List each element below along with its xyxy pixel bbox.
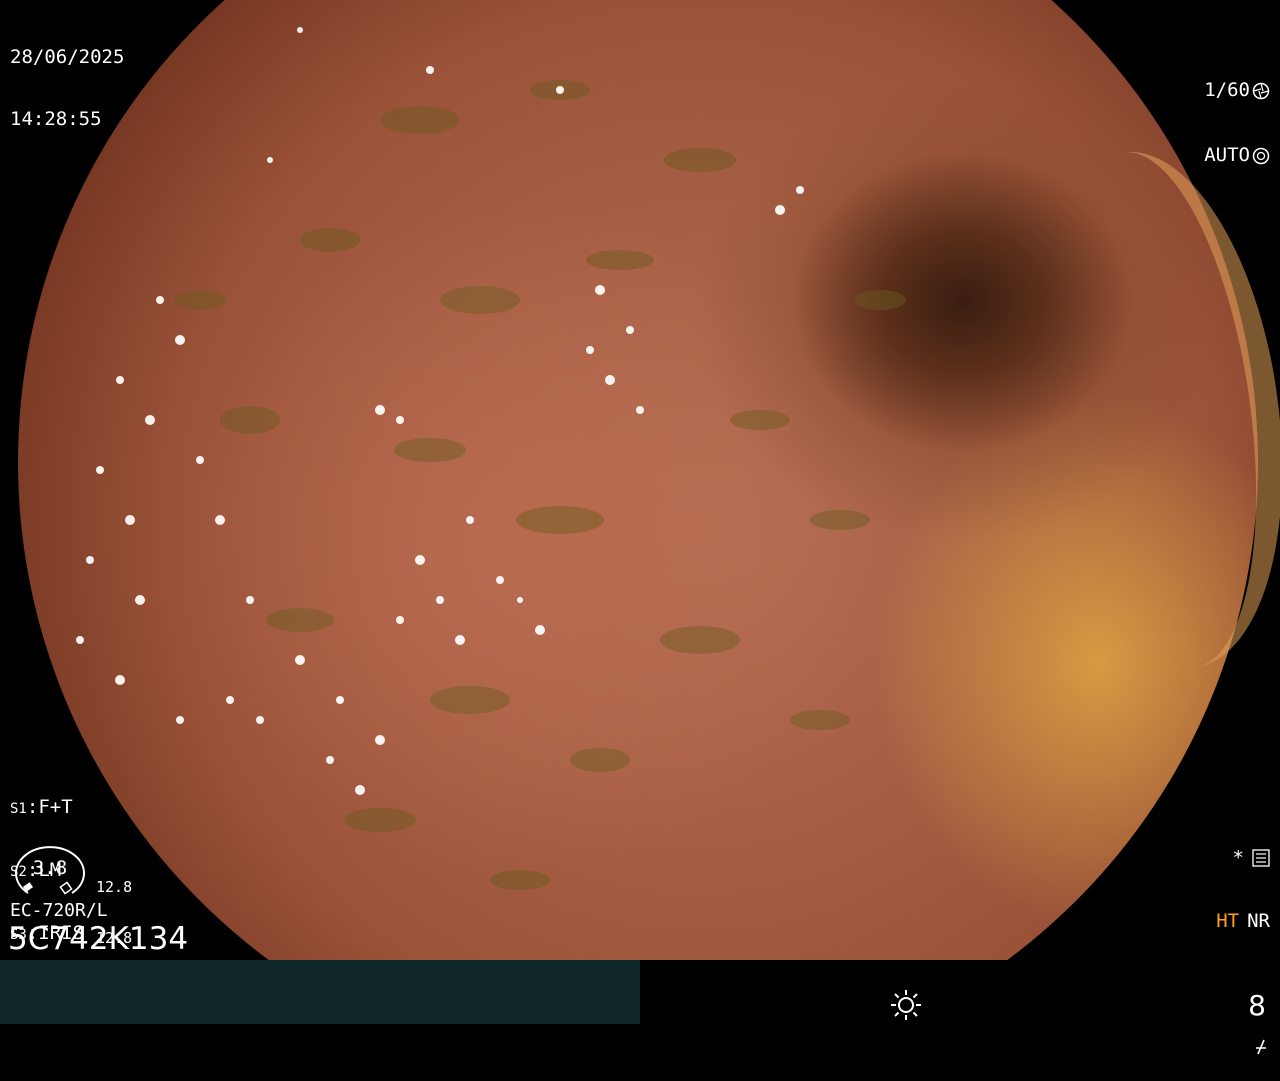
iris-mode-text: AUTO xyxy=(1204,144,1250,166)
bottom-status-bar: 8 xyxy=(0,960,1280,1024)
settings-list-icon xyxy=(1252,849,1270,867)
sun-icon xyxy=(891,990,921,1020)
zoom-value: 3.8 xyxy=(33,857,67,879)
mucosa-texture xyxy=(76,27,906,890)
iris-icon xyxy=(1252,147,1270,164)
endoscope-image xyxy=(0,0,1280,960)
bottom-left-panel xyxy=(0,960,640,1024)
nr-indicator: NR xyxy=(1247,909,1270,932)
date-time-display: 28/06/2025 14:28:55 xyxy=(10,10,124,153)
zoom-gauge-icon: 3.8 xyxy=(15,846,85,895)
scope-model-text: EC-720R/L xyxy=(10,900,108,921)
shutter-speed-text: 1/60 xyxy=(1204,79,1250,101)
image-processing-status: * HT NR SE xyxy=(1216,810,1270,1081)
asterisk-text: * xyxy=(1232,846,1244,869)
setting-s1: S1:F+T xyxy=(10,796,73,818)
exposure-settings: 1/60 AUTO xyxy=(1204,43,1270,192)
brightness-level-text: 8 xyxy=(1248,989,1266,1022)
scope-serial-text: 5C742K134 xyxy=(8,921,189,957)
shutter-icon xyxy=(1252,82,1270,99)
date-text: 28/06/2025 xyxy=(10,46,125,68)
flicker-icon xyxy=(1256,1039,1266,1055)
time-text: 14:28:55 xyxy=(10,108,102,130)
ht-indicator: HT xyxy=(1216,909,1240,932)
gauge-value-top: 12.8 xyxy=(96,878,133,896)
